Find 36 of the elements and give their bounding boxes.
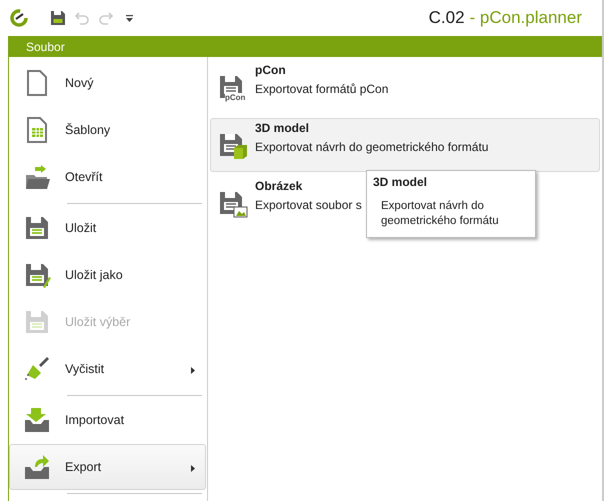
- option-title: Obrázek: [255, 179, 304, 193]
- option-description: Exportovat návrh do geometrického formátu: [255, 140, 488, 154]
- export-option[interactable]: Obrázek Exportovat soubor s: [210, 176, 365, 230]
- document-title: C.02: [428, 8, 465, 28]
- option-description: Exportovat soubor s: [255, 198, 362, 212]
- save-as-icon: [23, 261, 51, 289]
- save-icon[interactable]: [50, 10, 66, 26]
- option-title: 3D model: [255, 121, 310, 135]
- save-cube-icon: [218, 132, 248, 160]
- option-title: pCon: [255, 63, 287, 77]
- tooltip-title: 3D model: [373, 175, 428, 189]
- option-description: Exportovat formátů pCon: [255, 82, 388, 96]
- menu-item[interactable]: Uložit: [9, 205, 206, 251]
- menu-item[interactable]: Export: [9, 444, 206, 490]
- export-tray-icon: [23, 453, 51, 481]
- submenu-arrow-icon: [191, 367, 195, 374]
- import-tray-icon: [23, 406, 51, 434]
- save-image-icon: [218, 190, 248, 218]
- menu-item[interactable]: Importovat: [9, 397, 206, 443]
- menu-item[interactable]: Otevřít: [9, 154, 206, 200]
- broom-icon: [23, 355, 51, 383]
- tooltip-text: Exportovat návrh do geometrického formátu: [380, 199, 500, 229]
- menu-item[interactable]: Vyčistit: [9, 346, 206, 392]
- export-option[interactable]: 3D model Exportovat návrh do geometrického formátu: [210, 118, 600, 172]
- app-logo-icon[interactable]: [10, 9, 28, 27]
- menu-item[interactable]: Nový: [9, 60, 206, 106]
- menu-item[interactable]: Uložit jako: [9, 252, 206, 298]
- icon-label: pCon: [225, 93, 246, 102]
- save-icon: [23, 214, 51, 242]
- dropdown-caret-icon[interactable]: [126, 14, 133, 22]
- export-option[interactable]: pCon pCon Exportovat formátů pCon: [210, 60, 392, 114]
- app-title: - pCon.planner: [470, 8, 582, 28]
- submenu-arrow-icon: [191, 465, 195, 472]
- menu-item[interactable]: Šablony: [9, 107, 206, 153]
- folder-icon: [23, 163, 51, 191]
- save-icon: [23, 308, 51, 336]
